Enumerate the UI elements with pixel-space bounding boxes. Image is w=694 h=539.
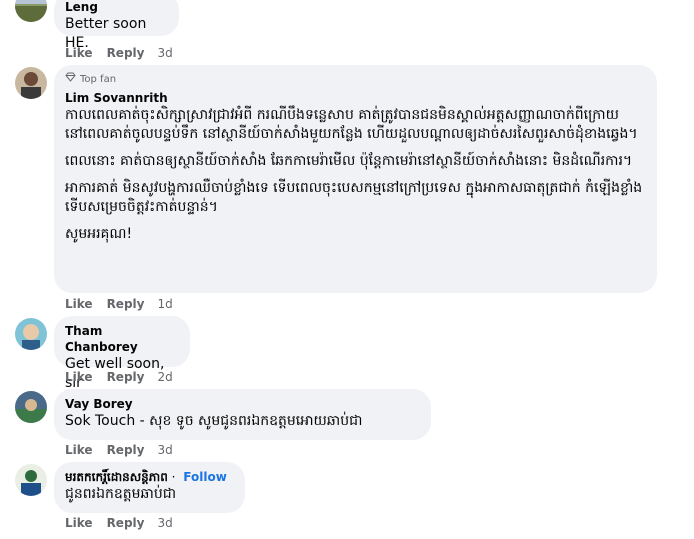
reply-button[interactable]: Reply — [107, 296, 145, 312]
comment-actions: Like Reply 2d — [65, 369, 173, 385]
timestamp[interactable]: 2d — [157, 369, 172, 385]
comment-actions: Like Reply 3d — [65, 515, 173, 531]
comment-bubble: Top fan Lim Sovannrith កាលពេលគាត់ចុះសិក្… — [54, 65, 657, 293]
comment-text: Sok Touch - សុខ ទូច សូមជូនពរឯកឧត្តមអោយឆា… — [65, 413, 363, 429]
top-fan-badge: Top fan — [65, 72, 645, 87]
like-button[interactable]: Like — [65, 369, 93, 385]
like-button[interactable]: Like — [65, 442, 93, 458]
avatar[interactable] — [15, 318, 47, 350]
comment-paragraph: កាលពេលគាត់ចុះសិក្សាស្រាវជ្រាវអំពី ករណីបឹ… — [65, 107, 638, 142]
comment-actions: Like Reply 1d — [65, 296, 173, 312]
like-button[interactable]: Like — [65, 296, 93, 312]
comment-author[interactable]: Leng — [65, 0, 167, 15]
follow-button[interactable]: Follow — [183, 470, 227, 484]
comment-actions: Like Reply 3d — [65, 442, 173, 458]
comment-author[interactable]: Vay Borey — [65, 396, 419, 412]
reply-button[interactable]: Reply — [107, 369, 145, 385]
comment-bubble: Tham Chanborey Get well soon, sir — [54, 316, 190, 391]
timestamp[interactable]: 3d — [157, 45, 172, 61]
timestamp[interactable]: 3d — [157, 442, 172, 458]
avatar[interactable] — [15, 464, 47, 496]
reply-button[interactable]: Reply — [107, 442, 145, 458]
comment-author[interactable]: Lim Sovannrith — [65, 90, 645, 106]
comment-bubble: Leng Better soon HE. — [54, 0, 179, 51]
comment-paragraph: សូមអរគុណ! — [65, 226, 133, 242]
like-button[interactable]: Like — [65, 45, 93, 61]
comment-actions: Like Reply 3d — [65, 45, 173, 61]
comment-author[interactable]: មរតកកេរ្តិ៍ដោនសន្តិភាព — [65, 470, 168, 484]
like-button[interactable]: Like — [65, 515, 93, 531]
comment-author-row: មរតកកេរ្តិ៍ដោនសន្តិភាព · Follow — [65, 470, 227, 484]
comment-paragraph: ពេលនោះ គាត់បានឲ្យស្ថានីយ៍ចាក់សាំង ឆែកកាម… — [65, 153, 633, 169]
comment-paragraph: អាការគាត់ មិនសូវបង្ហការឈឺចាប់ខ្លាំងទេ ទើ… — [65, 180, 643, 215]
reply-button[interactable]: Reply — [107, 515, 145, 531]
avatar[interactable] — [15, 391, 47, 423]
badge-label: Top fan — [80, 73, 117, 85]
avatar[interactable] — [15, 67, 47, 99]
comment-bubble: Vay Borey Sok Touch - សុខ ទូច សូមជូនពរឯក… — [54, 389, 431, 440]
diamond-icon — [65, 72, 76, 87]
timestamp[interactable]: 3d — [157, 515, 172, 531]
comment-text: ជូនពរឯកឧត្តមឆាប់ជា — [65, 486, 177, 502]
comment-bubble: មរតកកេរ្តិ៍ដោនសន្តិភាព · Follow ជូនពរឯកឧ… — [54, 462, 245, 513]
avatar[interactable] — [15, 0, 47, 22]
timestamp[interactable]: 1d — [157, 296, 172, 312]
reply-button[interactable]: Reply — [107, 45, 145, 61]
comment-author[interactable]: Tham Chanborey — [65, 323, 178, 355]
